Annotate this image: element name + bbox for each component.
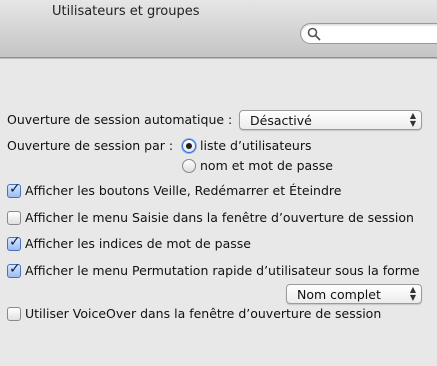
radio-list-users-label: liste d’utilisateurs: [200, 138, 312, 153]
checkbox-voiceover-label: Utiliser VoiceOver dans la fenêtre d’ouv…: [25, 306, 382, 321]
popup-arrows-icon: ▲ ▼: [409, 111, 416, 128]
auto-login-popup[interactable]: Désactivé ▲ ▼: [239, 110, 422, 130]
checkbox-password-hints[interactable]: ✓: [7, 234, 21, 251]
fast-switch-value: Nom complet: [297, 287, 381, 302]
checkbox-sleep-restart-shutdown-label: Afficher les boutons Veille, Redémarrer …: [25, 183, 342, 198]
checkbox-voiceover[interactable]: [7, 307, 21, 321]
search-field[interactable]: [300, 23, 437, 44]
checkmark-icon: ✓: [9, 181, 21, 197]
login-by-label: Ouverture de session par :: [7, 138, 174, 153]
radio-name-password-label: nom et mot de passe: [200, 158, 333, 173]
checkbox-sleep-restart-shutdown[interactable]: ✓: [7, 181, 21, 198]
checkbox-fast-user-switching[interactable]: ✓: [7, 261, 21, 278]
fast-switch-popup[interactable]: Nom complet ▲ ▼: [286, 284, 422, 304]
search-icon: [307, 27, 321, 41]
checkbox-fast-user-switching-label: Afficher le menu Permutation rapide d’ut…: [25, 263, 420, 278]
radio-list-users[interactable]: [182, 139, 196, 153]
auto-login-value: Désactivé: [250, 113, 312, 128]
window-title: Utilisateurs et groupes: [52, 4, 200, 19]
checkmark-icon: ✓: [9, 261, 21, 277]
login-options-pane: Ouverture de session automatique : Désac…: [0, 58, 437, 366]
auto-login-label: Ouverture de session automatique :: [7, 112, 233, 127]
popup-arrows-icon: ▲ ▼: [409, 285, 416, 302]
checkmark-icon: ✓: [9, 234, 21, 250]
window-titlebar: Utilisateurs et groupes: [0, 0, 437, 58]
radio-name-password[interactable]: [182, 159, 196, 173]
checkbox-input-menu[interactable]: [7, 211, 21, 225]
checkbox-password-hints-label: Afficher les indices de mot de passe: [25, 236, 251, 251]
checkbox-input-menu-label: Afficher le menu Saisie dans la fenêtre …: [25, 210, 414, 225]
